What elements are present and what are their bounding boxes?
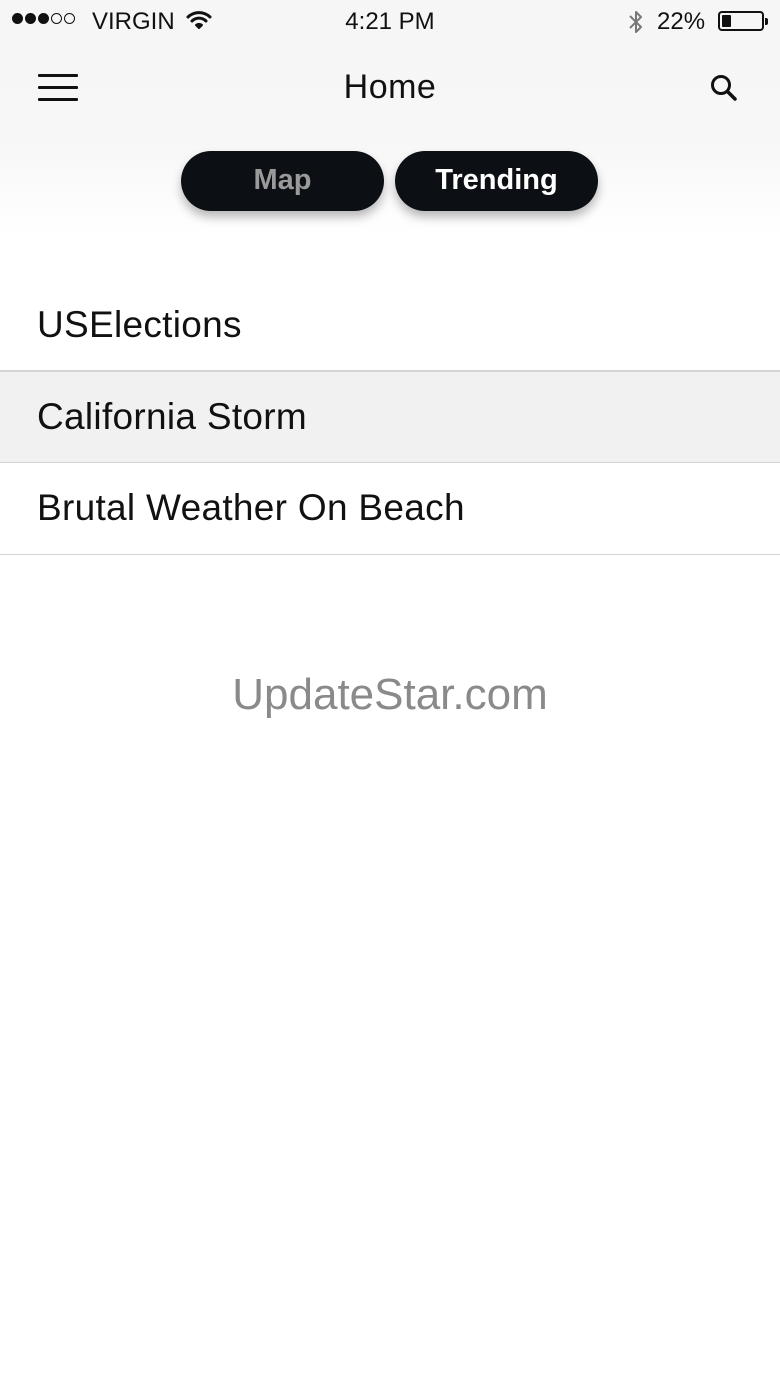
status-bar: VIRGIN 4:21 PM 22% — [0, 0, 780, 44]
tab-trending[interactable]: Trending — [395, 151, 598, 211]
tab-map[interactable]: Map — [181, 151, 384, 211]
search-icon[interactable] — [708, 72, 742, 111]
list-item-label: Brutal Weather On Beach — [37, 487, 465, 528]
bluetooth-icon — [626, 8, 646, 43]
trending-list: USElections California Storm Brutal Weat… — [0, 278, 780, 555]
battery-icon — [718, 11, 768, 31]
list-item[interactable]: USElections — [0, 278, 780, 371]
list-item-label: USElections — [37, 304, 242, 345]
list-item-label: California Storm — [37, 396, 308, 437]
list-item[interactable]: California Storm — [0, 371, 780, 463]
list-item[interactable]: Brutal Weather On Beach — [0, 463, 780, 555]
battery-percent: 22% — [657, 8, 706, 35]
watermark: UpdateStar.com — [232, 670, 548, 719]
page-title: Home — [343, 68, 437, 106]
